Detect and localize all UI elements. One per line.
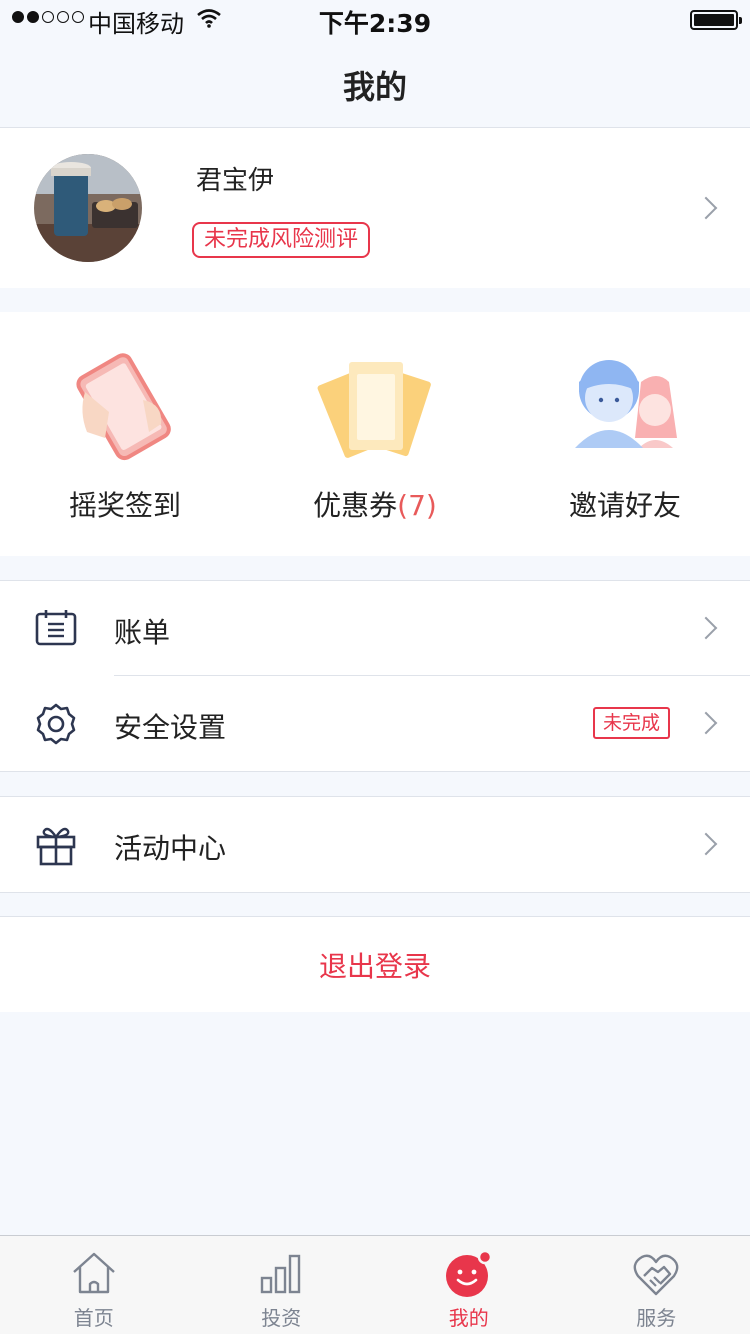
- chevron-right-icon: [694, 196, 718, 220]
- avatar[interactable]: [34, 154, 142, 262]
- menu-item-activity-label: 活动中心: [114, 832, 227, 865]
- smiley-icon: [445, 1250, 492, 1297]
- profile-card[interactable]: 君宝伊 未完成风险测评: [0, 128, 750, 288]
- tab-service[interactable]: 服务: [563, 1236, 750, 1334]
- chevron-right-icon: [694, 832, 718, 856]
- menu-item-security[interactable]: 安全设置 未完成: [0, 676, 750, 771]
- tab-home[interactable]: 首页: [0, 1236, 188, 1334]
- friends-icon: [575, 360, 677, 448]
- tab-bar: 首页 投资 我的 服务: [0, 1235, 750, 1334]
- phone-shake-icon: [76, 353, 171, 461]
- coupons-button[interactable]: 优惠券(7): [250, 312, 500, 556]
- status-bar: 中国移动 下午2:39: [0, 0, 750, 40]
- menu-group-account: 账单 安全设置 未完成: [0, 580, 750, 772]
- tab-home-label: 首页: [73, 1306, 114, 1330]
- menu-item-activity-center[interactable]: 活动中心: [0, 797, 750, 892]
- menu-item-bill[interactable]: 账单: [0, 581, 750, 676]
- bar-chart-icon: [261, 1254, 301, 1294]
- incomplete-badge: 未完成: [592, 707, 670, 739]
- gear-icon: [36, 703, 76, 745]
- menu-item-bill-label: 账单: [114, 616, 171, 649]
- coupons-label: 优惠券(7): [313, 489, 437, 522]
- page: 中国移动 下午2:39 我的 君宝伊 未完成风险测评 摇奖签到 优惠券(7) 邀…: [0, 0, 750, 1334]
- tab-invest-label: 投资: [261, 1306, 302, 1330]
- calendar-bill-icon: [35, 610, 77, 646]
- risk-assessment-badge[interactable]: 未完成风险测评: [192, 222, 371, 258]
- invite-friends-label: 邀请好友: [568, 489, 681, 522]
- handshake-heart-icon: [633, 1254, 679, 1296]
- menu-group-activity: 活动中心: [0, 796, 750, 893]
- home-icon: [72, 1252, 115, 1294]
- status-time: 下午2:39: [318, 9, 432, 38]
- quick-actions: 摇奖签到 优惠券(7) 邀请好友: [0, 312, 750, 556]
- gift-icon: [36, 827, 76, 866]
- user-name: 君宝伊: [196, 166, 275, 196]
- tab-service-label: 服务: [636, 1306, 677, 1330]
- coupon-icon: [317, 362, 431, 458]
- coupon-count: (7): [397, 489, 437, 522]
- tab-mine-label: 我的: [448, 1306, 489, 1330]
- menu-item-security-label: 安全设置: [114, 711, 227, 744]
- chevron-right-icon: [694, 711, 718, 735]
- chevron-right-icon: [694, 616, 718, 640]
- logout-button[interactable]: 退出登录: [0, 916, 750, 1012]
- invite-friends-button[interactable]: 邀请好友: [500, 312, 750, 556]
- battery-icon: [690, 10, 742, 30]
- lottery-checkin-label: 摇奖签到: [68, 489, 181, 522]
- tab-mine[interactable]: 我的: [375, 1236, 563, 1334]
- tab-invest[interactable]: 投资: [188, 1236, 376, 1334]
- lottery-checkin-button[interactable]: 摇奖签到: [0, 312, 250, 556]
- page-title: 我的: [342, 68, 407, 106]
